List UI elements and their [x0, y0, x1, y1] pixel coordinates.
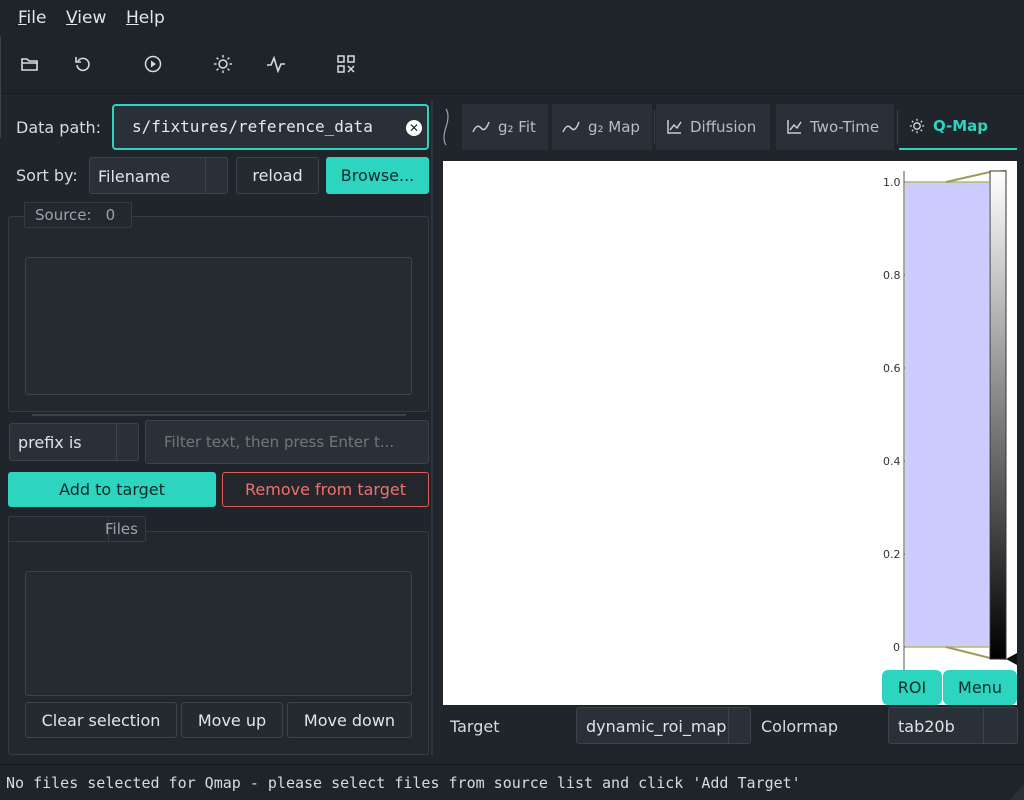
resize-grip-icon[interactable] — [1010, 782, 1024, 800]
source-list[interactable] — [25, 257, 412, 395]
tab-q-map[interactable]: Q-Map — [899, 104, 1017, 150]
tab-two-time[interactable]: Two-Time — [776, 104, 894, 150]
splitter-handle[interactable] — [32, 414, 406, 416]
pulse-icon[interactable] — [262, 50, 290, 78]
tab-separator — [654, 110, 655, 144]
filter-mode-select[interactable]: prefix is — [9, 423, 139, 461]
menu-help[interactable]: Help — [126, 8, 165, 28]
data-path-value: s/fixtures/reference_data — [132, 117, 373, 136]
target-count-field — [9, 517, 109, 543]
toolbar-separator — [0, 104, 1, 138]
sort-by-value: Filename — [98, 167, 171, 186]
tab-label: Diffusion — [690, 118, 757, 136]
tick-label: 0.8 — [883, 269, 901, 282]
reload-button[interactable]: reload — [236, 157, 319, 194]
colormap-select[interactable]: tab20b — [888, 707, 1018, 744]
tab-label: Q-Map — [933, 117, 989, 135]
source-header: Source: 0 — [24, 202, 132, 228]
tab-label: Two-Time — [810, 118, 880, 136]
sort-by-select[interactable]: Filename — [89, 157, 228, 194]
colormap-value: tab20b — [898, 717, 955, 736]
source-label: Source: — [35, 206, 92, 224]
data-path-input[interactable]: s/fixtures/reference_data ✕ — [112, 104, 429, 150]
play-icon[interactable] — [139, 50, 167, 78]
browse-button[interactable]: Browse... — [326, 157, 429, 194]
folder-open-icon[interactable] — [16, 50, 44, 78]
roi-button[interactable]: ROI — [882, 670, 942, 705]
target-files-label: Files — [105, 520, 138, 538]
chevron-down-icon — [983, 708, 1005, 743]
sun-icon[interactable] — [209, 50, 237, 78]
remove-from-target-button[interactable]: Remove from target — [222, 472, 429, 507]
qr-grid-icon[interactable] — [332, 50, 360, 78]
qmap-plot[interactable]: 1.0 0.8 0.6 0.4 0.2 0 ROI Menu — [443, 161, 1017, 705]
status-bar: No files selected for Qmap - please sele… — [0, 764, 1024, 800]
tab-g2-map[interactable]: g₂ Map — [552, 104, 652, 150]
toolbar-separator — [0, 36, 1, 70]
tick-label: 0.2 — [883, 548, 901, 561]
tab-g2-fit[interactable]: g₂ Fit — [462, 104, 548, 150]
line-chart-icon — [472, 121, 490, 133]
target-label: Target — [450, 717, 500, 736]
tick-label: 0 — [893, 641, 900, 654]
sun-icon — [909, 118, 925, 134]
tick-label: 0.4 — [883, 455, 901, 468]
line-chart-icon — [562, 121, 580, 133]
move-up-button[interactable]: Move up — [181, 702, 283, 738]
target-header: Files — [8, 516, 146, 543]
filter-input[interactable] — [145, 420, 429, 464]
gradient-handle — [1006, 653, 1017, 665]
source-count: 0 — [105, 206, 116, 224]
target-list[interactable] — [25, 571, 412, 696]
tab-diffusion[interactable]: Diffusion — [656, 104, 770, 150]
chevron-down-icon — [205, 158, 227, 193]
clear-selection-button[interactable]: Clear selection — [25, 702, 177, 738]
histogram-lut[interactable] — [443, 161, 1017, 705]
clear-icon[interactable]: ✕ — [406, 120, 422, 136]
filter-mode-value: prefix is — [18, 433, 82, 452]
toolbar — [0, 36, 1024, 138]
add-to-target-button[interactable]: Add to target — [8, 472, 216, 507]
menu-bar: File View Help — [0, 0, 1024, 36]
menu-file[interactable]: File — [18, 8, 46, 28]
roi-region — [905, 182, 989, 647]
data-path-label: Data path: — [16, 118, 102, 137]
refresh-icon[interactable] — [69, 50, 97, 78]
toolbar-separator — [0, 70, 1, 104]
main-splitter[interactable] — [431, 100, 433, 755]
tab-label: g₂ Map — [588, 118, 640, 136]
tab-label: g₂ Fit — [498, 118, 536, 136]
axes-chart-icon — [667, 120, 682, 134]
chevron-down-icon — [116, 424, 138, 460]
gradient-bar — [989, 170, 1007, 660]
chevron-down-icon — [728, 708, 750, 743]
status-text: No files selected for Qmap - please sele… — [6, 774, 801, 792]
tick-label: 0.6 — [883, 362, 901, 375]
menu-view[interactable]: View — [66, 8, 106, 28]
axes-chart-icon — [787, 120, 802, 134]
colormap-label: Colormap — [761, 717, 839, 736]
menu-button[interactable]: Menu — [943, 670, 1017, 705]
tab-scroll-left-icon[interactable] — [437, 104, 459, 150]
sort-by-label: Sort by: — [16, 166, 78, 185]
target-select[interactable]: dynamic_roi_map — [576, 707, 751, 744]
tick-label: 1.0 — [883, 176, 901, 189]
target-value: dynamic_roi_map — [586, 717, 727, 736]
tab-separator — [897, 110, 898, 144]
move-down-button[interactable]: Move down — [287, 702, 412, 738]
